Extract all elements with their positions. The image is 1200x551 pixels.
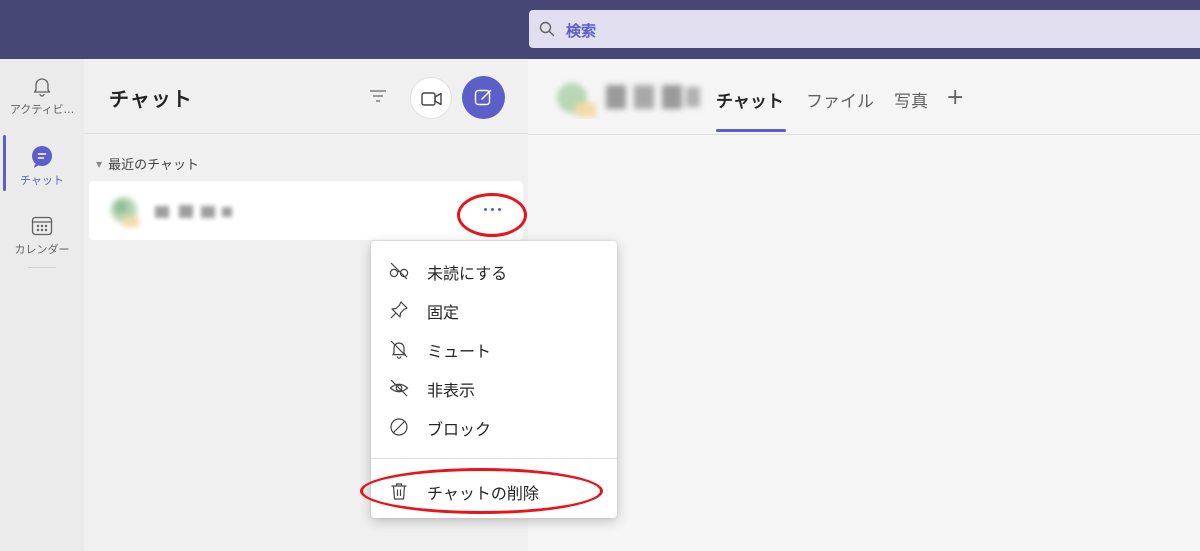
rail-item-chat[interactable]: チャット bbox=[0, 135, 84, 197]
menu-item-mute[interactable]: ミュート bbox=[371, 329, 617, 367]
chat-list-header: チャット bbox=[84, 59, 528, 134]
context-menu: 未読にする 固定 ミュート 非表示 ブロック チャットの削除 bbox=[371, 241, 617, 518]
menu-item-hide[interactable]: 非表示 bbox=[371, 368, 617, 406]
chat-list-title: チャット bbox=[109, 87, 193, 111]
search-input[interactable]: 検索 bbox=[566, 20, 596, 41]
tab-photos[interactable]: 写真 bbox=[894, 87, 928, 112]
block-icon bbox=[389, 417, 409, 437]
menu-item-label: ミュート bbox=[427, 342, 492, 361]
chat-icon bbox=[30, 145, 54, 169]
search-box[interactable]: 検索 bbox=[529, 10, 1200, 48]
menu-item-block[interactable]: ブロック bbox=[371, 407, 617, 445]
menu-item-label: 固定 bbox=[427, 303, 460, 322]
menu-item-label: 未読にする bbox=[427, 264, 508, 283]
menu-divider bbox=[371, 458, 617, 459]
menu-item-mark-unread[interactable]: 未読にする bbox=[371, 251, 617, 289]
contact-name-blurred bbox=[149, 201, 239, 223]
tab-chat[interactable]: チャット bbox=[716, 87, 784, 112]
rail-item-label: チャット bbox=[20, 174, 64, 187]
compose-icon bbox=[474, 89, 492, 106]
section-label: 最近のチャット bbox=[108, 158, 200, 173]
top-bar: 検索 bbox=[0, 0, 1200, 59]
eye-off-icon bbox=[389, 378, 409, 398]
menu-item-label: ブロック bbox=[427, 420, 492, 439]
conversation-title-blurred bbox=[546, 77, 706, 119]
trash-icon bbox=[389, 481, 409, 501]
rail-item-activity[interactable]: アクティビ... bbox=[0, 64, 84, 126]
conversation-header: チャット ファイル 写真 + bbox=[528, 59, 1200, 135]
glasses-off-icon bbox=[389, 261, 409, 281]
video-camera-icon bbox=[421, 92, 442, 106]
rail-item-label: カレンダー bbox=[14, 243, 70, 256]
menu-item-pin[interactable]: 固定 bbox=[371, 290, 617, 328]
menu-item-label: 非表示 bbox=[427, 381, 476, 400]
new-chat-button[interactable] bbox=[462, 76, 505, 119]
chat-list-item[interactable] bbox=[89, 181, 523, 240]
tab-files[interactable]: ファイル bbox=[806, 87, 874, 112]
rail-divider bbox=[28, 267, 56, 268]
rail-item-label: アクティビ... bbox=[9, 103, 75, 116]
bell-off-icon bbox=[389, 339, 409, 359]
main-area: チャット ファイル 写真 + bbox=[528, 59, 1200, 551]
pin-icon bbox=[389, 300, 409, 320]
section-header-recent[interactable]: ▼ 最近のチャット bbox=[96, 154, 199, 173]
app-rail: アクティビ... チャット カレンダー bbox=[0, 59, 84, 551]
active-tab-indicator bbox=[716, 129, 786, 132]
menu-item-delete-chat[interactable]: チャットの削除 bbox=[371, 471, 617, 509]
add-tab-button[interactable]: + bbox=[946, 85, 964, 110]
menu-item-label: チャットの削除 bbox=[427, 484, 539, 503]
calendar-icon bbox=[30, 214, 54, 238]
search-icon bbox=[539, 21, 555, 37]
meet-now-button[interactable] bbox=[410, 77, 452, 119]
caret-down-icon: ▼ bbox=[96, 160, 103, 169]
rail-item-calendar[interactable]: カレンダー bbox=[0, 204, 84, 266]
avatar bbox=[107, 193, 145, 231]
more-options-button[interactable] bbox=[481, 200, 505, 220]
filter-icon[interactable] bbox=[369, 88, 387, 104]
bell-icon bbox=[30, 74, 54, 98]
